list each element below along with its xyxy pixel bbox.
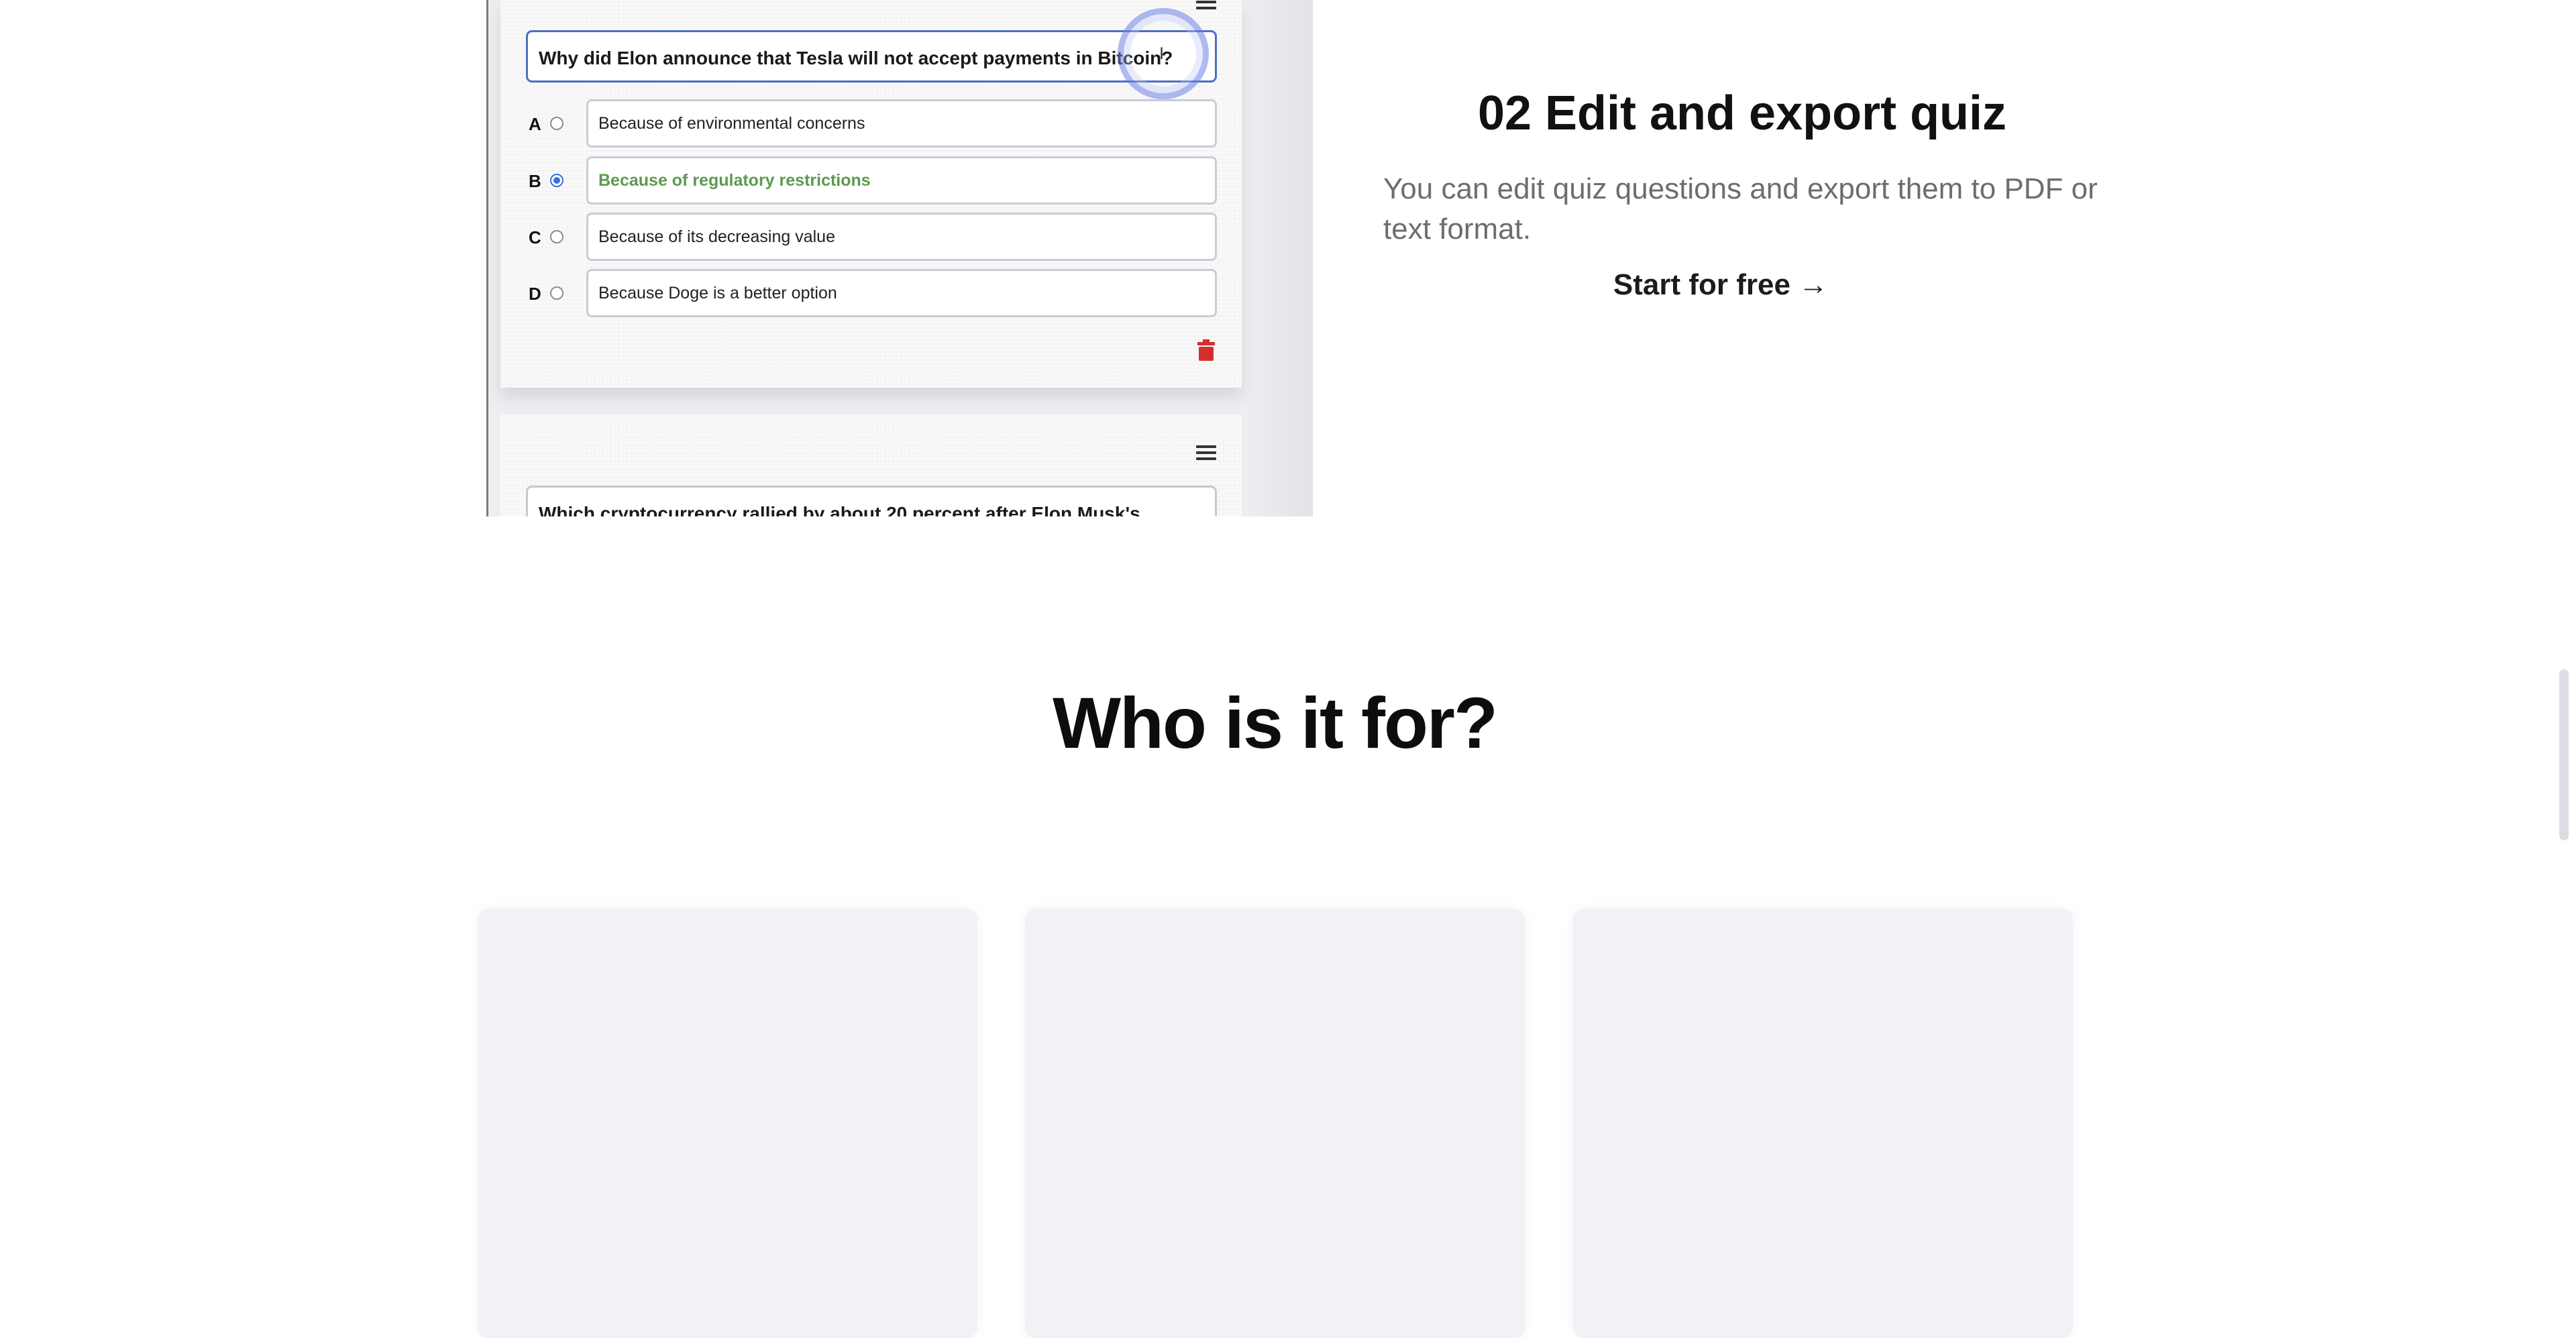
question-text-field[interactable]: Why did Elon announce that Tesla will no… xyxy=(526,30,1217,82)
answer-field-b[interactable]: Because of regulatory restrictions xyxy=(586,156,1217,205)
start-for-free-link[interactable]: Start for free → xyxy=(1476,268,1966,302)
answer-field-a[interactable]: Because of environmental concerns xyxy=(586,99,1217,148)
answer-radio-a[interactable] xyxy=(550,117,564,130)
answer-radio-b[interactable] xyxy=(550,174,564,187)
answer-radio-c[interactable] xyxy=(550,230,564,243)
question-card: Which cryptocurrency rallied by about 20… xyxy=(500,414,1242,516)
answer-row-d: D Because Doge is a better option xyxy=(526,269,1217,317)
answer-letter: A xyxy=(529,114,541,134)
feature-title: 02 Edit and export quiz xyxy=(1477,87,2007,140)
page-scrollbar[interactable] xyxy=(2559,669,2569,840)
question-card: Why did Elon announce that Tesla will no… xyxy=(500,0,1242,388)
answer-letter: B xyxy=(529,171,541,191)
audience-card xyxy=(1573,909,2073,1338)
feature-description: You can edit quiz questions and export t… xyxy=(1383,172,2098,245)
answer-field-d[interactable]: Because Doge is a better option xyxy=(586,269,1217,317)
audience-section-title: Who is it for? xyxy=(1053,682,1498,763)
menu-icon[interactable] xyxy=(1196,0,1216,9)
answer-row-c: C Because of its decreasing value xyxy=(526,213,1217,261)
answer-field-c[interactable]: Because of its decreasing value xyxy=(586,213,1217,261)
question-text-field[interactable]: Which cryptocurrency rallied by about 20… xyxy=(526,486,1217,516)
trash-icon[interactable] xyxy=(1197,339,1215,361)
answer-letter: C xyxy=(529,227,541,247)
answer-radio-d[interactable] xyxy=(550,286,564,300)
answer-row-b: B Because of regulatory restrictions xyxy=(526,156,1217,205)
menu-icon[interactable] xyxy=(1196,445,1216,460)
audience-card xyxy=(478,909,977,1338)
answer-letter: D xyxy=(529,284,541,304)
quiz-preview-panel: Why did Elon announce that Tesla will no… xyxy=(486,0,1313,516)
audience-card xyxy=(1025,909,1525,1338)
answer-row-a: A Because of environmental concerns xyxy=(526,99,1217,148)
